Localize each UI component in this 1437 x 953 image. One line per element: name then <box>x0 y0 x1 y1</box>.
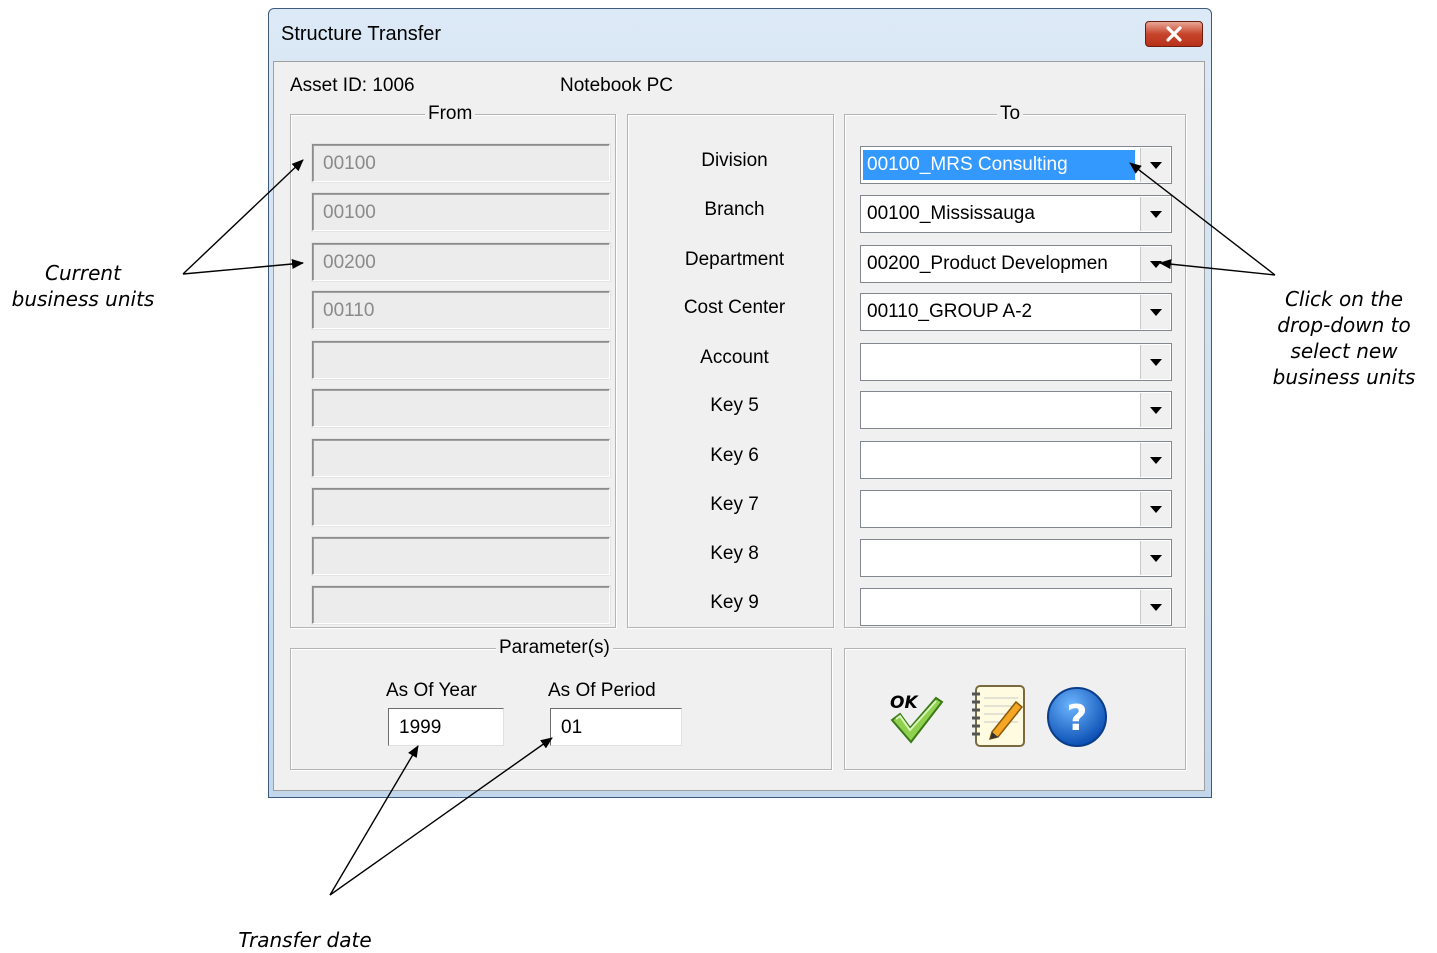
annotation-arrows <box>182 159 1276 896</box>
arrow-year <box>329 745 419 896</box>
arrow-current-division <box>182 159 304 275</box>
arrow-dropdown-department <box>1159 259 1276 276</box>
arrow-period <box>329 737 553 896</box>
arrow-dropdown-division <box>1129 162 1276 276</box>
arrow-current-department <box>182 259 304 275</box>
